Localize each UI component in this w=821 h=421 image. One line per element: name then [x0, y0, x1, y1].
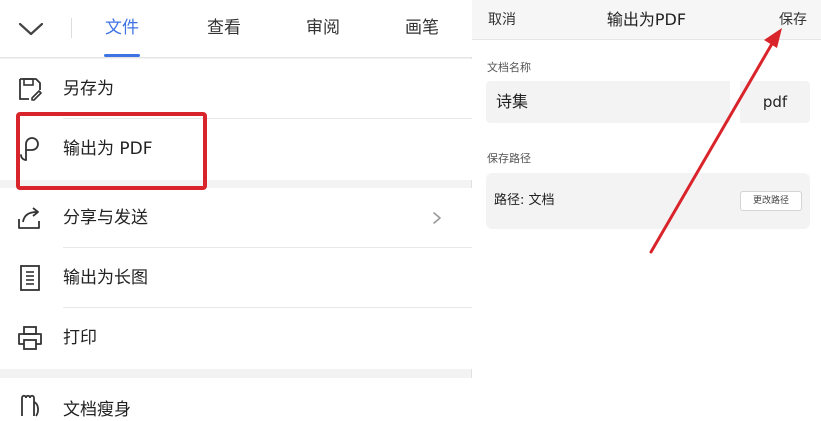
- menu-item-label: 输出为长图: [63, 268, 148, 288]
- collapse-chevron-icon[interactable]: [16, 14, 46, 44]
- menu-item-label: 打印: [63, 328, 97, 348]
- menu-item-save-as[interactable]: 另存为: [0, 59, 472, 119]
- save-path-row: 路径: 文档 更改路径: [486, 173, 810, 229]
- save-path-label: 保存路径: [487, 152, 531, 165]
- dialog-header: 输出为PDF 取消 保存: [472, 0, 821, 40]
- save-path-value: 路径: 文档: [494, 193, 555, 208]
- tab-pen[interactable]: 画笔: [398, 0, 446, 58]
- long-image-icon: [15, 263, 45, 293]
- menu-item-share[interactable]: 分享与发送: [0, 188, 472, 248]
- change-path-button[interactable]: 更改路径: [740, 191, 802, 211]
- annotation-highlight-box: [16, 112, 207, 190]
- file-extension: pdf: [740, 81, 810, 123]
- document-slim-icon: [15, 390, 45, 420]
- file-menu-panel: 文件 查看 审阅 画笔 另存为 输出为 PDF 分享与发送 输出为长图 打印 文…: [0, 0, 472, 421]
- tab-review[interactable]: 审阅: [299, 0, 347, 58]
- menu-item-document-slim[interactable]: 文档瘦身: [0, 378, 472, 421]
- menu-group-share: 分享与发送 输出为长图 打印: [0, 188, 472, 369]
- tab-bar: 文件 查看 审阅 画笔: [0, 0, 472, 58]
- export-pdf-dialog: 输出为PDF 取消 保存 文档名称 诗集 pdf 保存路径 路径: 文档 更改路…: [472, 0, 821, 421]
- menu-item-print[interactable]: 打印: [0, 308, 472, 368]
- dialog-title: 输出为PDF: [606, 10, 687, 29]
- menu-item-label: 文档瘦身: [63, 400, 131, 420]
- printer-icon: [15, 323, 45, 353]
- chevron-right-icon: [430, 208, 444, 228]
- menu-item-long-image[interactable]: 输出为长图: [0, 248, 472, 308]
- save-as-icon: [15, 74, 45, 104]
- menu-group-tools: 文档瘦身: [0, 378, 472, 421]
- active-tab-indicator: [104, 54, 140, 57]
- document-name-input[interactable]: 诗集: [486, 81, 730, 123]
- cancel-button[interactable]: 取消: [488, 0, 516, 40]
- tab-view[interactable]: 查看: [200, 0, 248, 58]
- menu-item-label: 另存为: [63, 79, 114, 99]
- tab-file[interactable]: 文件: [98, 0, 146, 58]
- share-icon: [15, 203, 45, 233]
- menu-item-label: 分享与发送: [63, 208, 148, 228]
- tab-divider: [71, 18, 72, 38]
- save-button[interactable]: 保存: [779, 0, 807, 40]
- document-name-label: 文档名称: [487, 61, 531, 74]
